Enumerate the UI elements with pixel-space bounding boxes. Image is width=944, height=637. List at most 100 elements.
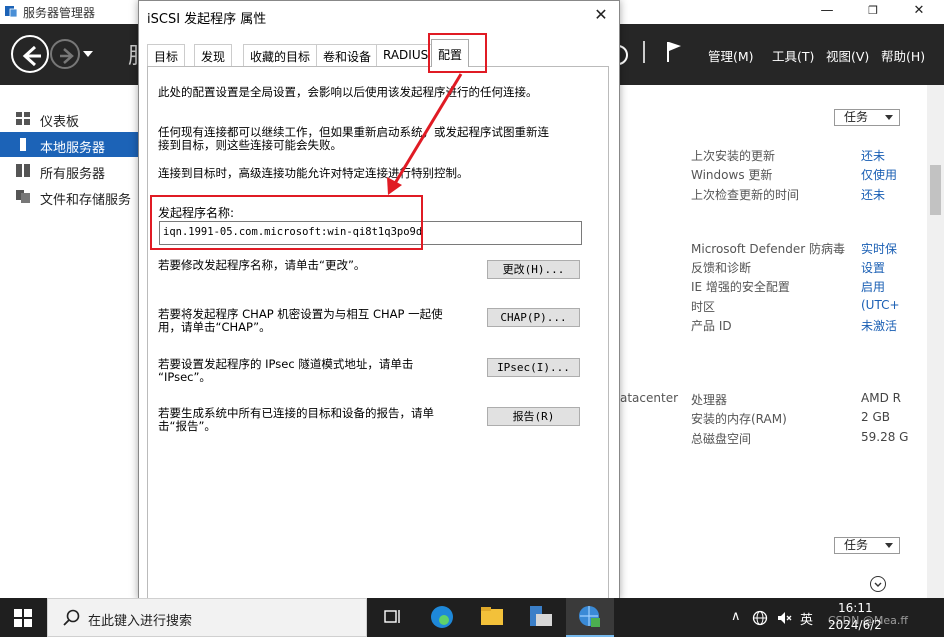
warning-text-line2: 接到目标，则这些连接可能会失败。	[158, 138, 342, 152]
change-button[interactable]: 更改(H)...	[487, 260, 580, 279]
sidebar: 仪表板 本地服务器 所有服务器 文件和存储服务	[0, 85, 139, 598]
property-value-link[interactable]: 实时保	[861, 240, 897, 257]
tab-configuration[interactable]: 配置	[431, 39, 470, 67]
sidebar-item-all-servers[interactable]: 所有服务器	[0, 158, 139, 183]
ime-indicator[interactable]: 英	[800, 609, 813, 628]
network-globe-icon[interactable]	[752, 610, 768, 626]
dialog-close-button[interactable]: ✕	[589, 5, 613, 27]
task-view-button[interactable]	[368, 598, 416, 637]
property-label: 上次检查更新的时间	[691, 188, 800, 202]
property-label: 产品 ID	[691, 319, 732, 333]
property-value-link[interactable]: 设置	[861, 259, 885, 276]
report-description-line1: 若要生成系统中所有已连接的目标和设备的报告，请单	[158, 406, 434, 420]
tasks-label: 任务	[844, 538, 869, 552]
search-placeholder: 在此键入进行搜索	[88, 614, 193, 629]
property-value-link[interactable]: 还未	[861, 186, 885, 203]
property-value: 2 GB	[861, 410, 890, 424]
ipsec-description-line2: “IPsec”。	[158, 370, 211, 384]
property-label: Windows 更新	[691, 168, 773, 182]
property-value: AMD R	[861, 391, 901, 405]
property-label: IE 增强的安全配置	[691, 280, 790, 294]
sidebar-item-label: 本地服务器	[40, 141, 106, 156]
forward-button[interactable]	[50, 39, 80, 69]
property-value-link[interactable]: 仅使用	[861, 166, 897, 183]
property-label: 反馈和诊断	[691, 261, 752, 275]
chap-button[interactable]: CHAP(P)...	[487, 308, 580, 327]
change-description: 若要修改发起程序名称，请单击“更改”。	[158, 258, 366, 272]
history-dropdown-icon[interactable]	[83, 50, 93, 58]
configuration-tab-panel: 此处的配置设置是全局设置，会影响以后使用该发起程序进行的任何连接。 任何现有连接…	[147, 66, 609, 601]
tasks-dropdown[interactable]: 任务	[834, 109, 900, 126]
report-description-line2: 击“报告”。	[158, 419, 216, 433]
chevron-down-icon	[885, 115, 893, 120]
local-server-icon	[20, 138, 26, 151]
file-explorer-icon	[481, 607, 503, 625]
ipsec-description-line1: 若要设置发起程序的 IPsec 隧道模式地址，请单击	[158, 357, 414, 371]
close-button[interactable]: ✕	[896, 0, 942, 24]
toolbar-divider	[643, 41, 645, 63]
property-label: Microsoft Defender 防病毒	[691, 242, 846, 256]
local-server-properties: 任务 上次安装的更新 还未 Windows 更新 仅使用 上次检查更新的时间 还…	[619, 85, 944, 598]
forward-arrow-icon	[60, 48, 74, 64]
sidebar-item-local-server[interactable]: 本地服务器	[0, 132, 139, 157]
taskbar-app-server-manager[interactable]	[518, 598, 566, 637]
windows-start-icon[interactable]	[14, 609, 32, 627]
scrollbar-thumb[interactable]	[930, 165, 941, 215]
property-value-link[interactable]: 启用	[861, 278, 885, 295]
vertical-scrollbar[interactable]	[927, 85, 944, 598]
edge-browser-icon	[431, 606, 453, 628]
tab-radius[interactable]: RADIUS	[376, 44, 436, 66]
volume-muted-icon[interactable]	[776, 610, 792, 626]
taskbar-app-iscsi[interactable]	[566, 598, 614, 637]
chevron-down-icon	[885, 543, 893, 548]
chap-description-line2: 用，请单击“CHAP”。	[158, 320, 271, 334]
tab-favorite-targets[interactable]: 收藏的目标	[243, 44, 318, 66]
tray-chevron-up-icon[interactable]: ∧	[731, 609, 741, 624]
property-value: 59.28 G	[861, 430, 909, 444]
tab-volumes-devices[interactable]: 卷和设备	[316, 44, 379, 66]
tab-discovery[interactable]: 发现	[194, 44, 233, 66]
taskbar: 在此键入进行搜索 ∧ 英 16:11 2024/6/2	[0, 598, 944, 637]
taskbar-search-box[interactable]: 在此键入进行搜索	[47, 598, 367, 637]
warning-text-line1: 任何现有连接都可以继续工作，但如果重新启动系统，或发起程序试图重新连	[158, 125, 549, 139]
maximize-button[interactable]: ❐	[850, 0, 896, 24]
property-label: 总磁盘空间	[691, 432, 752, 446]
expand-chevron-icon[interactable]	[870, 576, 886, 592]
menu-manage[interactable]: 管理(M)	[708, 46, 754, 65]
property-value-link[interactable]: 还未	[861, 147, 885, 164]
sidebar-item-label: 所有服务器	[40, 167, 106, 182]
taskbar-app-edge[interactable]	[418, 598, 466, 637]
report-button[interactable]: 报告(R)	[487, 407, 580, 426]
file-storage-icon	[16, 190, 30, 203]
taskbar-app-explorer[interactable]	[468, 598, 516, 637]
back-arrow-icon	[22, 45, 41, 67]
notifications-flag-icon[interactable]	[665, 40, 683, 64]
search-icon	[63, 609, 80, 626]
ipsec-button[interactable]: IPsec(I)...	[487, 358, 580, 377]
dialog-title: iSCSI 发起程序 属性	[147, 12, 267, 27]
tasks-label: 任务	[844, 110, 869, 124]
intro-text: 此处的配置设置是全局设置，会影响以后使用该发起程序进行的任何连接。	[158, 85, 538, 99]
tab-targets[interactable]: 目标	[147, 44, 186, 66]
menu-help[interactable]: 帮助(H)	[881, 46, 925, 65]
sidebar-item-dashboard[interactable]: 仪表板	[0, 106, 139, 131]
property-value-link[interactable]: 未激活	[861, 317, 897, 334]
property-label: 时区	[691, 300, 716, 314]
chap-description-line1: 若要将发起程序 CHAP 机密设置为与相互 CHAP 一起使	[158, 307, 443, 321]
csdn-watermark: CSDN @Mea.ff	[828, 614, 908, 627]
minimize-button[interactable]: —	[804, 0, 850, 24]
server-manager-icon	[5, 6, 18, 18]
sidebar-item-label: 文件和存储服务	[40, 193, 132, 208]
menu-view[interactable]: 视图(V)	[826, 46, 869, 65]
edition-text: atacenter	[620, 391, 679, 405]
task-view-icon	[384, 610, 400, 623]
menu-tools[interactable]: 工具(T)	[772, 46, 814, 65]
iscsi-initiator-icon	[579, 606, 600, 627]
back-button[interactable]	[11, 35, 49, 73]
dashboard-icon	[16, 112, 30, 125]
clock-time[interactable]: 16:11	[838, 601, 873, 615]
tasks-dropdown-events[interactable]: 任务	[834, 537, 900, 554]
sidebar-item-file-storage[interactable]: 文件和存储服务	[0, 184, 139, 209]
property-value-link[interactable]: (UTC+	[861, 298, 900, 312]
property-label: 上次安装的更新	[691, 149, 776, 163]
